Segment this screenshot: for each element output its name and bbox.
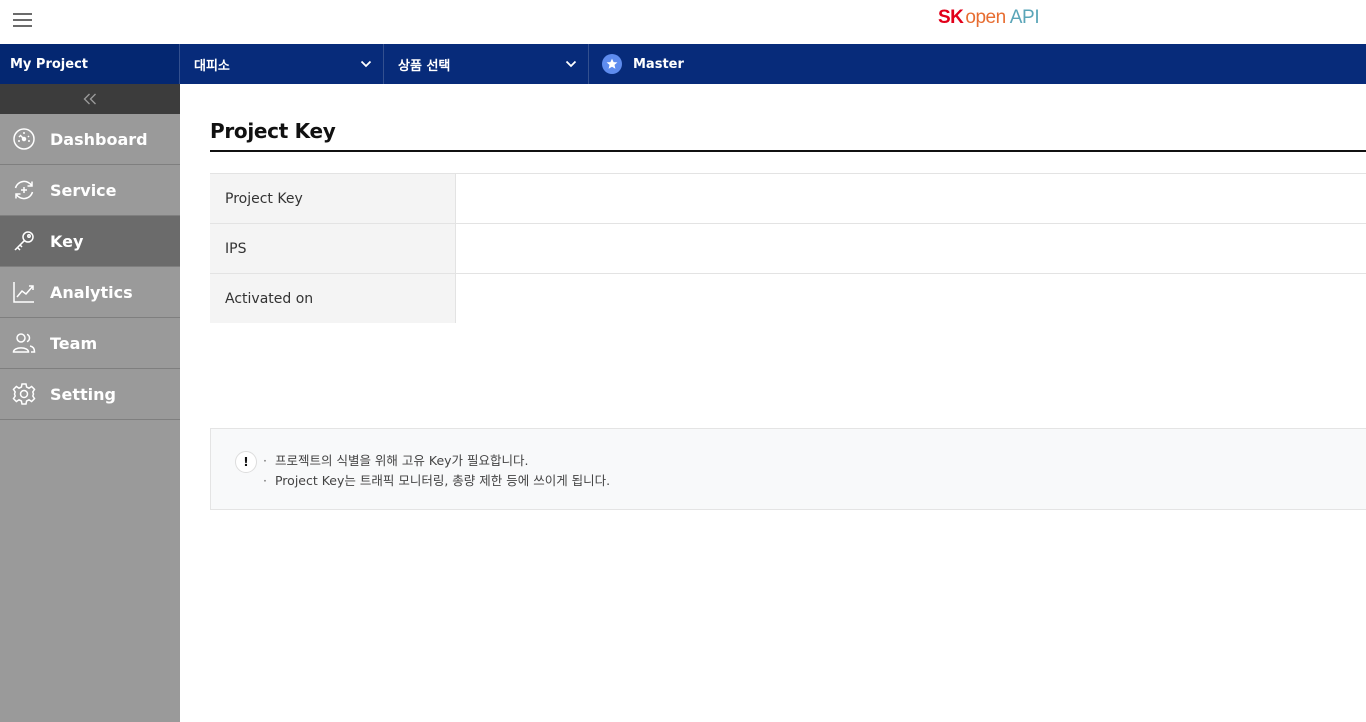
sidebar-item-service[interactable]: Service — [0, 165, 180, 216]
notice-list: 프로젝트의 식별을 위해 고유 Key가 필요합니다. Project Key는… — [263, 451, 610, 491]
row-label-project-key: Project Key — [210, 174, 456, 223]
team-users-icon — [12, 331, 36, 355]
logo-sk: SK — [938, 7, 964, 28]
sidebar-item-setting[interactable]: Setting — [0, 369, 180, 420]
double-chevron-left-icon — [83, 93, 96, 105]
notice-line: 프로젝트의 식별을 위해 고유 Key가 필요합니다. — [263, 451, 610, 471]
hamburger-menu-icon[interactable] — [13, 12, 33, 30]
row-label-ips: IPS — [210, 224, 456, 273]
my-project-label: My Project — [10, 56, 88, 72]
service-cycle-icon — [12, 178, 36, 202]
shelter-select-value: 대피소 — [194, 58, 230, 74]
sidebar-collapse-button[interactable] — [0, 84, 180, 114]
sidebar: Dashboard Service Key Analytics Team Set… — [0, 84, 180, 722]
exclamation-icon: ! — [235, 451, 257, 473]
shelter-select[interactable]: 대피소 — [180, 44, 384, 84]
sidebar-item-analytics[interactable]: Analytics — [0, 267, 180, 318]
sidebar-item-label: Team — [50, 333, 98, 353]
row-value-project-key — [456, 174, 1366, 223]
chevron-down-icon — [565, 60, 577, 68]
key-icon — [12, 229, 36, 253]
star-icon — [602, 54, 622, 74]
notice-box: ! 프로젝트의 식별을 위해 고유 Key가 필요합니다. Project Ke… — [210, 428, 1366, 510]
title-divider — [210, 150, 1366, 152]
gear-icon — [12, 382, 36, 406]
project-navbar: My Project 대피소 상품 선택 Master — [0, 44, 1366, 84]
logo-api: API — [1009, 7, 1040, 28]
top-header: SK open API — [0, 0, 1366, 44]
chevron-down-icon — [360, 60, 372, 68]
sidebar-item-label: Key — [50, 231, 84, 251]
sidebar-item-key[interactable]: Key — [0, 216, 180, 267]
row-value-activated-on — [456, 274, 1366, 323]
sidebar-item-dashboard[interactable]: Dashboard — [0, 114, 180, 165]
project-key-table: Project Key IPS Activated on — [210, 173, 1366, 323]
gauge-icon — [12, 127, 36, 151]
table-row: IPS — [210, 223, 1366, 273]
sidebar-item-team[interactable]: Team — [0, 318, 180, 369]
page-title: Project Key — [210, 119, 336, 143]
role-indicator: Master — [589, 44, 789, 84]
my-project-link[interactable]: My Project — [0, 44, 180, 84]
sidebar-item-label: Analytics — [50, 282, 133, 302]
product-select[interactable]: 상품 선택 — [384, 44, 589, 84]
notice-line: Project Key는 트래픽 모니터링, 총량 제한 등에 쓰이게 됩니다. — [263, 471, 610, 491]
line-chart-icon — [12, 280, 36, 304]
sidebar-item-label: Dashboard — [50, 129, 148, 149]
row-value-ips — [456, 224, 1366, 273]
logo-open: open — [965, 7, 1006, 28]
table-row: Project Key — [210, 173, 1366, 223]
sidebar-item-label: Setting — [50, 384, 116, 404]
row-label-activated-on: Activated on — [210, 274, 456, 323]
sk-open-api-logo[interactable]: SK open API — [938, 7, 1040, 29]
sidebar-item-label: Service — [50, 180, 117, 200]
role-label: Master — [633, 56, 684, 72]
product-select-value: 상품 선택 — [398, 58, 451, 74]
table-row: Activated on — [210, 273, 1366, 323]
